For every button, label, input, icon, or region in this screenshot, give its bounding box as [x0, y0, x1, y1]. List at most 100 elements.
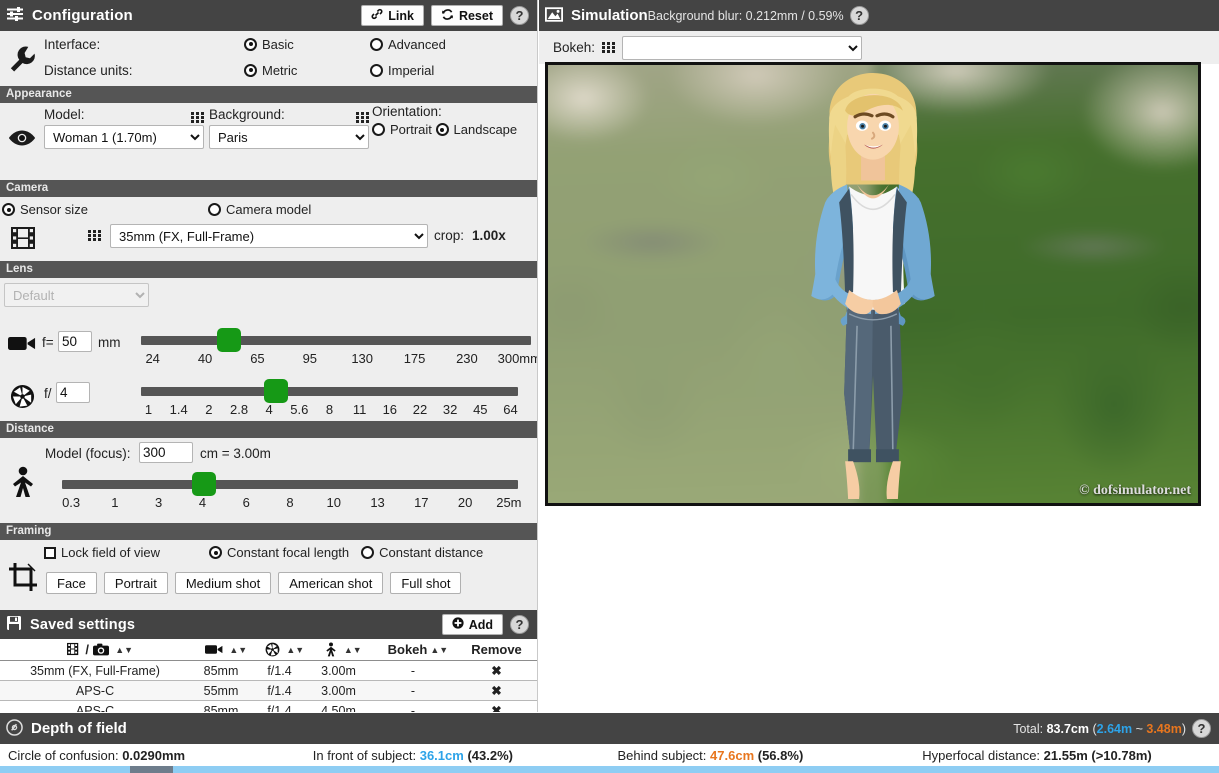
model-label: Model:	[44, 107, 85, 123]
focal-slider-track[interactable]	[141, 336, 531, 346]
aperture-slider-track[interactable]	[141, 387, 518, 397]
camera-block: Sensor size Camera model 35mm (FX, Full-…	[0, 197, 537, 262]
lock-field-of-view-option[interactable]: Lock field of view	[44, 545, 209, 560]
col-aperture[interactable]: ▲▼	[252, 639, 307, 662]
col-sensor[interactable]: / ▲▼	[0, 639, 190, 662]
slider-tick: 230	[456, 351, 478, 367]
radio-basic[interactable]	[244, 37, 257, 51]
framing-mode-constant-distance[interactable]: Constant distance	[361, 545, 483, 560]
depth-of-field-values: Circle of confusion: 0.0290mm In front o…	[0, 744, 1219, 766]
add-setting-button[interactable]: Add	[441, 614, 503, 636]
slider-tick: 4	[198, 495, 207, 511]
aperture-slider-handle[interactable]	[263, 379, 288, 404]
configuration-help-icon[interactable]: ?	[510, 6, 529, 25]
radio-landscape[interactable]	[435, 123, 449, 137]
remove-row-button[interactable]: ✖	[456, 660, 537, 682]
person-icon	[10, 466, 36, 501]
slider-tick: 65	[250, 351, 265, 367]
background-grid-icon[interactable]	[356, 112, 369, 124]
framing-mode-constant-focal-label: Constant focal length	[227, 545, 350, 561]
radio-metric[interactable]	[244, 63, 257, 77]
orientation-option-portrait[interactable]: Portrait	[372, 122, 432, 137]
sensor-grid-icon[interactable]	[88, 230, 101, 242]
bokeh-select[interactable]	[622, 35, 863, 60]
saved-settings-help-icon[interactable]: ?	[510, 615, 529, 635]
table-row[interactable]: APS-C 85mm f/1.4 4.50m - ✖	[0, 700, 537, 712]
framing-button[interactable]: American shot	[278, 572, 384, 595]
dof-total-summary: Total: 83.7cm (2.64m ~ 3.48m)	[1013, 722, 1186, 736]
aperture-input[interactable]	[56, 382, 90, 404]
sort-sensor-icon[interactable]: ▲▼	[115, 646, 133, 655]
remove-row-button[interactable]: ✖	[456, 680, 537, 702]
saved-bokeh: -	[370, 680, 456, 702]
framing-button[interactable]: Full shot	[390, 572, 462, 595]
bokeh-grid-icon[interactable]	[602, 42, 616, 53]
interface-option-advanced[interactable]: Advanced	[370, 37, 446, 52]
saved-settings-body: 35mm (FX, Full-Frame) 85mm f/1.4 3.00m - ✖ APS…	[0, 660, 537, 712]
lens-preset-select[interactable]: Default	[4, 283, 149, 308]
saved-distance: 4.50m	[307, 700, 370, 712]
simulation-preview[interactable]: © dofsimulator.net	[545, 62, 1201, 506]
units-option-imperial[interactable]: Imperial	[370, 63, 434, 78]
saved-aperture: f/1.4	[252, 700, 307, 712]
table-row[interactable]: 35mm (FX, Full-Frame) 85mm f/1.4 3.00m - ✖	[0, 660, 537, 682]
slider-tick: 25m	[496, 495, 522, 511]
camera-mode-sensor-size[interactable]: Sensor size	[2, 202, 208, 217]
saved-settings-header-row: / ▲▼ ▲▼ ▲▼ ▲▼ Bokeh ▲▼ Remove	[0, 639, 537, 662]
depth-of-field-help-icon[interactable]: ?	[1192, 719, 1211, 738]
camera-mode-camera-model[interactable]: Camera model	[208, 202, 311, 217]
framing-button[interactable]: Portrait	[103, 572, 168, 595]
aperture-slider[interactable]: 1 1.4 2 2.8 4 5.6 8 11 16 22 32 45 64	[141, 379, 518, 419]
sort-distance-icon[interactable]: ▲▼	[344, 646, 362, 655]
coc-label: Circle of confusion:	[8, 747, 119, 763]
sort-aperture-icon[interactable]: ▲▼	[286, 646, 304, 655]
orientation-option-landscape[interactable]: Landscape	[435, 122, 517, 137]
slider-tick: 17	[414, 495, 429, 511]
radio-portrait[interactable]	[372, 123, 385, 137]
interface-option-basic[interactable]: Basic	[244, 37, 370, 52]
table-row[interactable]: APS-C 55mm f/1.4 3.00m - ✖	[0, 680, 537, 702]
distance-slider-ticks: 0.3 1 3 4 6 8 10 13 17 20 25m	[62, 495, 522, 511]
model-grid-icon[interactable]	[191, 112, 204, 124]
focal-length-input[interactable]	[58, 331, 92, 353]
focal-slider-handle[interactable]	[217, 328, 242, 353]
sort-focal-icon[interactable]: ▲▼	[229, 646, 247, 655]
model-select[interactable]: Woman 1 (1.70m)	[44, 125, 204, 150]
radio-camera-model[interactable]	[208, 203, 221, 217]
link-button[interactable]: Link	[361, 5, 424, 26]
checkbox-lock-fov[interactable]	[44, 546, 56, 559]
crop-value: 1.00x	[472, 228, 506, 244]
depth-of-field-header: Depth of field Total: 83.7cm (2.64m ~ 3.…	[0, 713, 1219, 744]
radio-imperial[interactable]	[370, 63, 383, 77]
framing-button[interactable]: Medium shot	[174, 572, 272, 595]
reset-button[interactable]: Reset	[430, 5, 503, 26]
framing-button[interactable]: Face	[46, 572, 97, 595]
focus-distance-input[interactable]	[139, 442, 193, 464]
behind-label: Behind subject:	[617, 747, 707, 763]
col-bokeh[interactable]: Bokeh ▲▼	[370, 639, 456, 662]
distance-slider-handle[interactable]	[191, 472, 216, 497]
radio-sensor-size[interactable]	[2, 203, 15, 217]
col-distance[interactable]: ▲▼	[307, 639, 370, 662]
distance-slider[interactable]: 0.3 1 3 4 6 8 10 13 17 20 25m	[62, 472, 522, 512]
behind-value: 47.6cm	[710, 747, 755, 763]
col-remove: Remove	[456, 639, 537, 662]
saved-settings-header: Saved settings Add ?	[0, 610, 537, 640]
reset-button-label: Reset	[458, 8, 493, 23]
simulation-help-icon[interactable]: ?	[849, 6, 869, 25]
video-camera-icon	[8, 335, 36, 355]
col-focal[interactable]: ▲▼	[190, 639, 252, 662]
sort-bokeh-icon[interactable]: ▲▼	[430, 646, 448, 655]
radio-advanced[interactable]	[370, 37, 383, 51]
background-select[interactable]: Paris	[209, 125, 369, 150]
remove-row-button[interactable]: ✖	[456, 700, 537, 712]
sensor-size-select[interactable]: 35mm (FX, Full-Frame)	[110, 224, 428, 249]
focal-length-slider[interactable]: 24 40 65 95 130 175 230 300mm	[141, 328, 537, 368]
radio-constant-distance[interactable]	[361, 546, 375, 560]
radio-constant-focal-length[interactable]	[209, 546, 222, 560]
units-option-metric[interactable]: Metric	[244, 63, 370, 78]
saved-aperture: f/1.4	[252, 660, 307, 682]
framing-mode-constant-focal[interactable]: Constant focal length	[209, 545, 349, 560]
distance-slider-track[interactable]	[62, 480, 518, 490]
model-figure	[811, 72, 935, 500]
